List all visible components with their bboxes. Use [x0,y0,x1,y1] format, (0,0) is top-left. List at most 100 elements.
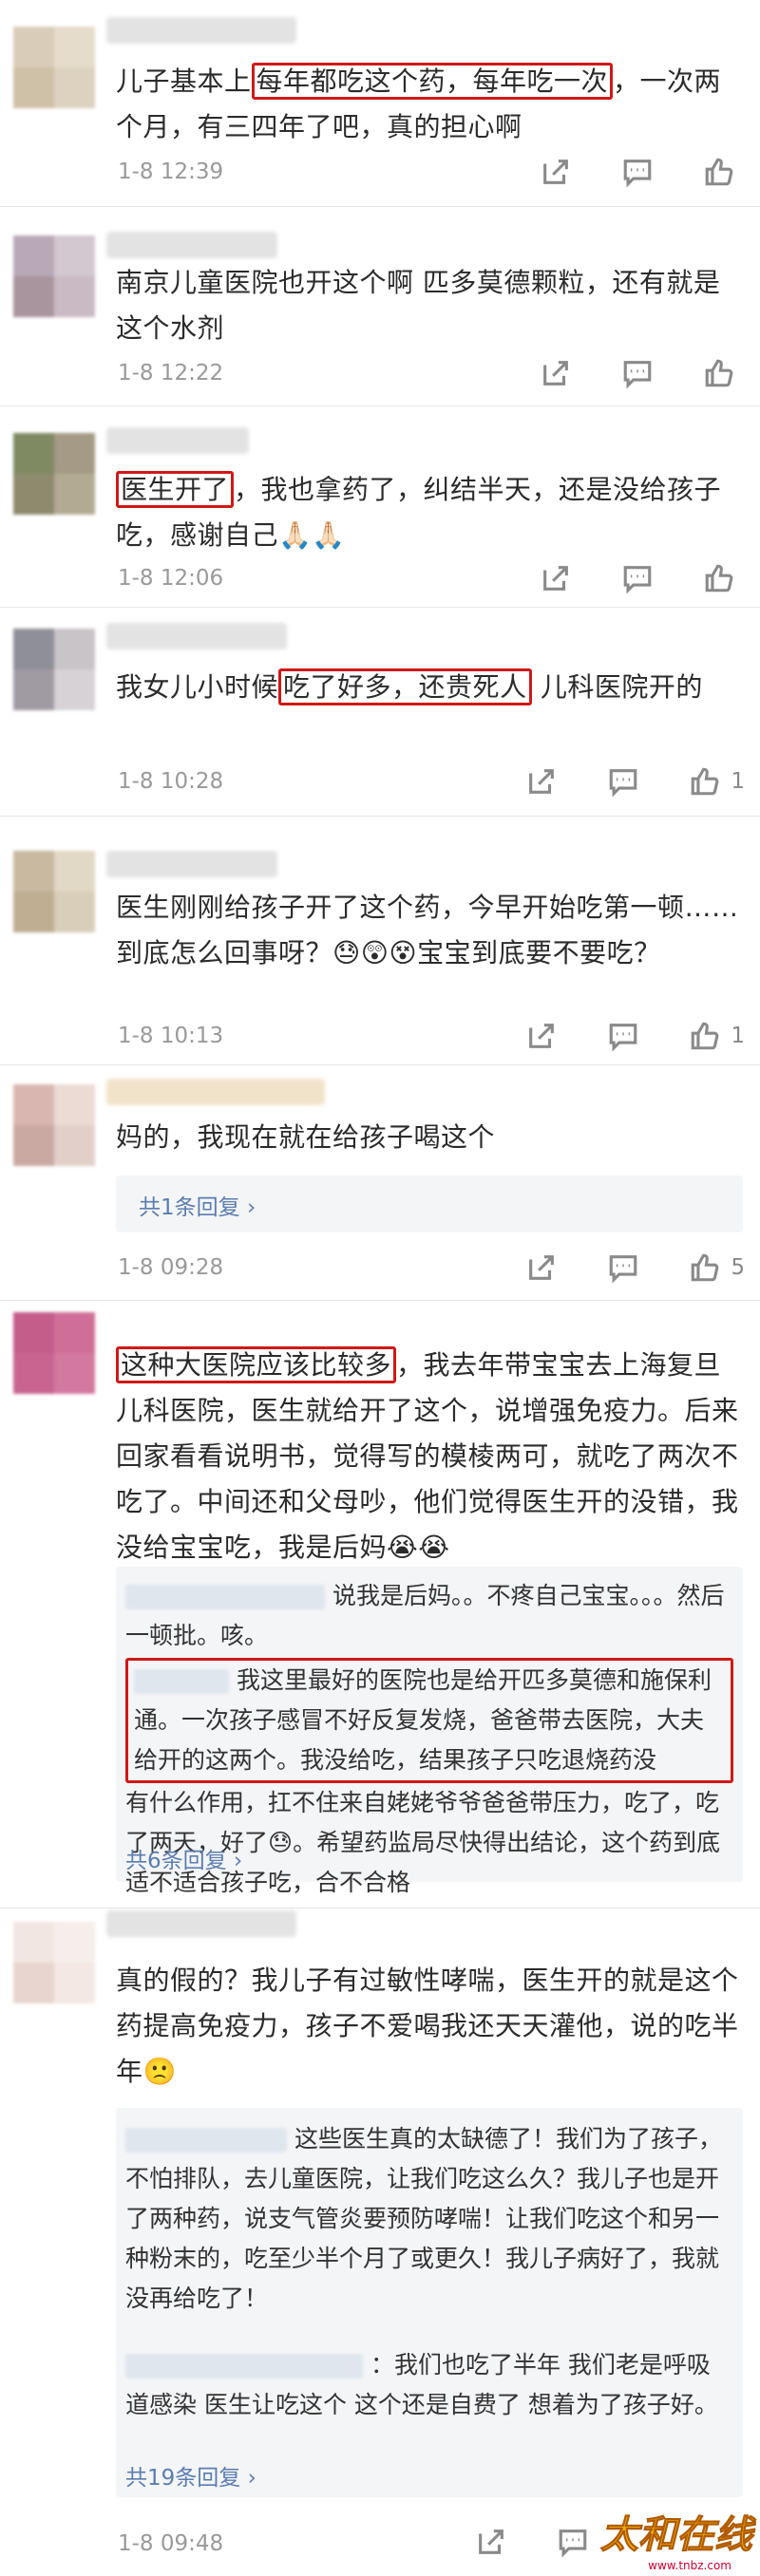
comment-text: 妈的，我现在就在给孩子喝这个 [116,1121,496,1153]
share-button[interactable] [475,2526,507,2558]
like-count: 1 [731,1024,745,1048]
share-icon [543,160,568,184]
comment-text: 这种大医院应该比较多 ，我去年带宝宝去上海复旦儿科医院，医生就给开了这个，说增强免… [116,1343,743,1570]
avatar[interactable] [13,27,95,108]
reply-username-blurred[interactable] [134,1669,229,1694]
reply-button[interactable] [621,156,654,188]
username-blurred[interactable] [106,623,287,649]
like-button[interactable]: 1 [689,1020,745,1052]
reply-item: 这些医生真的太缺德了！我们为了孩子，不怕排队，去儿童医院，让我们吃这么久？我儿子… [125,2125,722,2312]
comment-item: 儿子基本上 每年都吃这个药，每年吃一次 ，一次两个月，有三四年了吧，真的担心啊 1-… [0,0,760,207]
view-replies-link[interactable]: 共19条回复 › [125,2459,256,2491]
comment-icon [623,160,652,188]
comment-actions [540,562,745,594]
highlight-box: 医生开了 [116,471,235,508]
comment-item: 医生刚刚给孩子开了这个药，今早开始吃第一顿……到底怎么回事呀？😓😲😵宝宝到底要不… [0,817,760,1065]
share-button[interactable] [540,562,572,594]
share-icon [529,769,555,794]
username-blurred[interactable] [106,232,277,258]
username-blurred[interactable] [106,427,249,454]
share-icon [529,1255,555,1280]
reply-button[interactable] [607,1020,639,1052]
avatar[interactable] [13,1084,95,1166]
thumb-up-icon [692,1253,719,1282]
username-blurred[interactable] [106,17,296,44]
reply-box: 这些医生真的太缺德了！我们为了孩子，不怕排队，去儿童医院，让我们吃这么久？我儿子… [116,2108,743,2497]
comment-time: 1-8 12:39 [118,160,224,184]
reply-username-blurred[interactable] [125,2354,363,2379]
thumb-up-icon [705,564,733,592]
avatar[interactable] [13,235,95,317]
thumb-up-icon [705,158,733,186]
view-replies-link[interactable]: 共1条回复 › [139,1189,256,1221]
like-button[interactable] [703,562,745,594]
reply-username-blurred[interactable] [125,1585,325,1609]
like-button[interactable]: 1 [689,765,745,798]
comment-item: 南京儿童医院也开这个啊 匹多莫德颗粒，还有就是这个水剂 1-8 12:22 [0,207,760,406]
comment-time: 1-8 10:28 [118,769,224,794]
share-button[interactable] [540,357,572,389]
reply-item: ：我们也吃了半年 我们老是呼吸道感染 医生让吃这个 这个还是自费了 想着为了孩子… [125,2351,718,2418]
comment-time: 1-8 12:22 [118,361,224,385]
share-icon [529,1024,555,1048]
comment-time: 1-8 09:48 [118,2531,224,2556]
comment-text: 医生开了 ，我也拿药了，纠结半天，还是没给孩子吃，感谢自己🙏🏻🙏🏻 [116,467,743,558]
reply-box: 共1条回复 › [116,1175,743,1232]
chevron-right-icon: › [247,2466,256,2491]
comment-text: 南京儿童医院也开这个啊 匹多莫德颗粒，还有就是这个水剂 [116,267,721,344]
avatar[interactable] [13,1922,95,2003]
comment-actions: 1 [525,1020,745,1052]
share-button[interactable] [540,156,572,188]
avatar[interactable] [13,629,95,710]
username-blurred[interactable] [106,1910,296,1937]
comment-text: 医生刚刚给孩子开了这个药，今早开始吃第一顿……到底怎么回事呀？😓😲😵宝宝到底要不… [116,892,739,968]
comment-item: 真的假的？我儿子有过敏性哮喘，医生开的就是这个药提高免疫力，孩子不爱喝我还天天灌… [0,1908,760,2576]
reply-username-blurred[interactable] [125,2128,287,2153]
comment-item: 我女儿小时候 吃了好多，还贵死人 儿科医院开的 1-8 10:28 1 [0,608,760,817]
comment-actions: 1 [525,765,745,798]
comment-text: 儿子基本上 每年都吃这个药，每年吃一次 ，一次两个月，有三四年了吧，真的担心啊 [116,59,743,150]
share-button[interactable] [525,1020,558,1052]
reply-item: 说我是后妈。。不疼自己宝宝。。。然后一顿批。咳。 [125,1582,725,1649]
avatar[interactable] [13,433,95,515]
like-button[interactable]: 5 [689,1251,745,1284]
reply-button[interactable] [621,357,654,389]
comment-item: 医生开了 ，我也拿药了，纠结半天，还是没给孩子吃，感谢自己🙏🏻🙏🏻 1-8 12:… [0,406,760,608]
share-button[interactable] [525,1251,558,1284]
like-button[interactable] [703,357,745,389]
reply-button[interactable] [607,1251,639,1284]
watermark-url: www.tnbz.com [648,2559,732,2572]
avatar[interactable] [13,1312,95,1394]
watermark-logo: 太和在线 [600,2512,753,2558]
chevron-right-icon: › [233,1849,243,1873]
comment-actions [540,357,745,389]
username-blurred[interactable] [106,851,277,877]
avatar[interactable] [13,851,95,932]
share-icon [543,566,568,591]
comment-actions [540,156,745,188]
comment-icon [610,1024,637,1052]
highlight-box: 这种大医院应该比较多 [116,1346,397,1383]
reply-box: 说我是后妈。。不疼自己宝宝。。。然后一顿批。咳。 我这里最好的医院也是给开匹多莫… [116,1567,743,1896]
comment-time: 1-8 12:06 [118,566,224,591]
reply-button[interactable] [607,765,639,798]
comment-text: 我女儿小时候 吃了好多，还贵死人 儿科医院开的 [116,665,743,710]
like-button[interactable] [703,156,745,188]
thumb-up-icon [692,767,719,796]
thumb-up-icon [705,359,733,387]
comment-time: 1-8 10:13 [118,1024,224,1048]
comment-icon [623,361,652,389]
share-button[interactable] [525,765,558,798]
comment-item: 这种大医院应该比较多 ，我去年带宝宝去上海复旦儿科医院，医生就给开了这个，说增强免… [0,1301,760,1908]
thumb-up-icon [692,1022,719,1050]
highlight-box: 每年都吃这个药，每年吃一次 [251,63,614,100]
view-replies-link[interactable]: 共6条回复 › [125,1842,242,1874]
comment-time: 1-8 09:28 [118,1255,224,1280]
comment-item: 妈的，我现在就在给孩子喝这个 共1条回复 › 1-8 09:28 5 [0,1065,760,1301]
reply-button[interactable] [621,562,654,594]
comment-actions: 5 [525,1251,745,1284]
reply-button[interactable] [557,2526,589,2558]
like-count: 5 [731,1255,745,1280]
comment-icon [623,566,652,594]
username-blurred[interactable] [106,1079,325,1105]
